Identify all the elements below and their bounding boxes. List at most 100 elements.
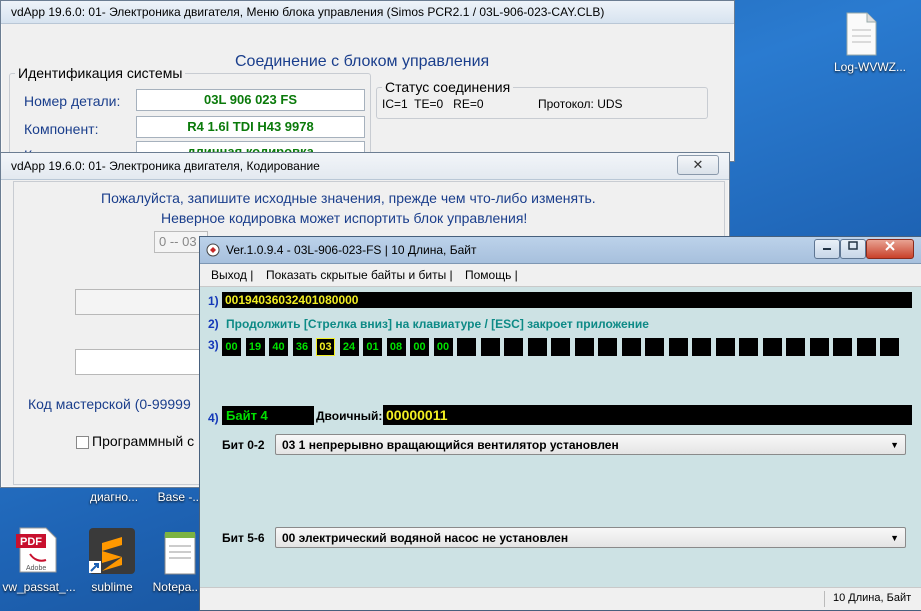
byte-box-empty[interactable] <box>504 338 523 356</box>
byte-box[interactable]: 00 <box>433 338 453 356</box>
ecu-menu-title: vdApp 19.6.0: 01- Электроника двигателя,… <box>11 5 605 19</box>
byte-box-empty[interactable] <box>668 338 688 356</box>
close-button[interactable] <box>866 239 914 259</box>
byte-box[interactable]: 19 <box>245 338 265 356</box>
desktop-label-diag[interactable]: диагно... <box>84 490 144 504</box>
warning-line-2: Неверное кодировка может испортить блок … <box>161 210 528 226</box>
desktop-label-base[interactable]: Base -... <box>155 490 205 504</box>
bit56-label: Бит 5-6 <box>222 531 265 545</box>
pdf-icon: PDF Adobe <box>16 527 57 573</box>
coding-string-field[interactable]: 00194036032401080000 <box>222 292 912 308</box>
coding-string-value: 00194036032401080000 <box>225 293 359 307</box>
byte-box-empty[interactable] <box>833 338 852 356</box>
byte-box-empty[interactable] <box>480 338 500 356</box>
byte-editor-window: Ver.1.0.9.4 - 03L-906-023-FS | 10 Длина,… <box>199 236 921 611</box>
byte-box[interactable]: 08 <box>386 338 406 356</box>
sublime-icon <box>89 528 135 574</box>
byte-box[interactable]: 36 <box>292 338 312 356</box>
bit02-select[interactable]: 03 1 непрерывно вращающийся вентилятор у… <box>275 434 906 455</box>
close-icon <box>885 241 895 251</box>
binary-field[interactable]: 00000011 <box>383 405 912 425</box>
component-label: Компонент: <box>24 121 99 137</box>
byte-row: 00 19 40 36 03 24 01 08 00 00 <box>222 337 914 357</box>
row-4-number: 4) <box>208 411 219 425</box>
warning-line-1: Пожалуйста, запишите исходные значения, … <box>101 190 596 206</box>
row-2-number: 2) <box>208 317 219 331</box>
menu-help[interactable]: Помощь | <box>465 264 518 286</box>
byte-editor-title: Ver.1.0.9.4 - 03L-906-023-FS | 10 Длина,… <box>226 243 477 257</box>
byte-box-empty[interactable] <box>574 338 594 356</box>
coding-input-1[interactable] <box>75 289 207 315</box>
workshop-code-label: Код мастерской (0-99999 <box>28 396 191 412</box>
document-icon <box>846 12 877 56</box>
program-checkbox[interactable] <box>76 436 89 449</box>
desktop-file-label[interactable]: Log-WVWZ... <box>820 60 920 74</box>
byte-box-empty[interactable] <box>786 338 805 356</box>
menu-bar: Выход | Показать скрытые байты и биты | … <box>200 264 921 287</box>
byte-box-empty[interactable] <box>715 338 735 356</box>
pdf-desktop-icon[interactable]: PDF Adobe <box>14 526 60 574</box>
status-line: IC=1 TE=0 RE=0 <box>382 97 484 111</box>
menu-show-hidden[interactable]: Показать скрытые байты и биты | <box>266 264 453 286</box>
row-3-number: 3) <box>208 338 219 352</box>
byte-box-empty[interactable] <box>645 338 664 356</box>
maximize-button[interactable] <box>840 239 866 259</box>
byte-box-empty[interactable] <box>856 338 876 356</box>
status-text: 10 Длина, Байт <box>833 592 912 604</box>
byte-box-selected[interactable]: 03 <box>316 338 335 356</box>
minimize-icon <box>823 248 831 250</box>
row-1-number: 1) <box>208 294 219 308</box>
range-field-text: 0 -- 03 <box>159 234 197 249</box>
sublime-desktop-icon[interactable] <box>88 527 136 575</box>
chevron-down-icon: ▼ <box>890 440 899 450</box>
sublime-desktop-label[interactable]: sublime <box>82 580 142 594</box>
binary-value: 00000011 <box>386 407 448 423</box>
status-bar: 10 Длина, Байт <box>200 587 921 610</box>
byte-box-empty[interactable] <box>809 338 829 356</box>
byte-label: Байт 4 <box>226 408 268 423</box>
pdf-badge-text: PDF <box>20 536 42 548</box>
byte-box[interactable]: 24 <box>339 338 359 356</box>
ident-group-title: Идентификация системы <box>15 65 186 81</box>
byte-box-empty[interactable] <box>527 338 547 356</box>
minimize-button[interactable] <box>814 239 840 259</box>
byte-box-empty[interactable] <box>551 338 570 356</box>
coding-title: vdApp 19.6.0: 01- Электроника двигателя,… <box>11 159 320 173</box>
byte-box-empty[interactable] <box>457 338 476 356</box>
status-group-title: Статус соединения <box>382 79 514 95</box>
bit02-select-value: 03 1 непрерывно вращающийся вентилятор у… <box>282 438 619 452</box>
adobe-text: Adobe <box>26 565 46 572</box>
desktop-file-icon[interactable] <box>843 12 879 56</box>
coding-close-button[interactable]: ✕ <box>677 155 719 175</box>
byte-box[interactable]: 00 <box>222 338 241 356</box>
status-divider <box>824 591 825 607</box>
byte-box[interactable]: 00 <box>410 338 429 356</box>
coding-titlebar[interactable]: vdApp 19.6.0: 01- Электроника двигателя,… <box>1 153 729 180</box>
notepad-desktop-label[interactable]: Notepa... <box>152 580 202 594</box>
coding-input-2[interactable] <box>75 349 207 375</box>
byte-box-empty[interactable] <box>621 338 641 356</box>
bit02-label: Бит 0-2 <box>222 438 265 452</box>
byte-box-empty[interactable] <box>739 338 758 356</box>
pdf-desktop-label[interactable]: vw_passat_... <box>0 580 78 594</box>
byte-box[interactable]: 40 <box>269 338 288 356</box>
ecu-menu-window: vdApp 19.6.0: 01- Электроника двигателя,… <box>0 0 735 163</box>
binary-label: Двоичный: <box>316 409 383 423</box>
protocol-text: Протокол: UDS <box>538 97 623 111</box>
byte-box-empty[interactable] <box>598 338 617 356</box>
notepad-desktop-icon[interactable] <box>163 530 199 576</box>
connection-heading: Соединение с блоком управления <box>235 53 490 70</box>
component-field: R4 1.6l TDI H43 9978 <box>136 116 365 138</box>
menu-exit[interactable]: Выход | <box>211 264 253 286</box>
byte-editor-titlebar[interactable]: Ver.1.0.9.4 - 03L-906-023-FS | 10 Длина,… <box>200 237 921 264</box>
part-number-field: 03L 906 023 FS <box>136 89 365 111</box>
maximize-icon <box>848 241 858 250</box>
byte-box-empty[interactable] <box>692 338 711 356</box>
byte-box[interactable]: 01 <box>363 338 382 356</box>
chevron-down-icon: ▼ <box>890 533 899 543</box>
ecu-menu-titlebar[interactable]: vdApp 19.6.0: 01- Электроника двигателя,… <box>1 1 734 24</box>
bit56-select[interactable]: 00 электрический водяной насос не устано… <box>275 527 906 548</box>
app-icon <box>206 243 220 257</box>
byte-box-empty[interactable] <box>880 338 899 356</box>
byte-box-empty[interactable] <box>762 338 782 356</box>
